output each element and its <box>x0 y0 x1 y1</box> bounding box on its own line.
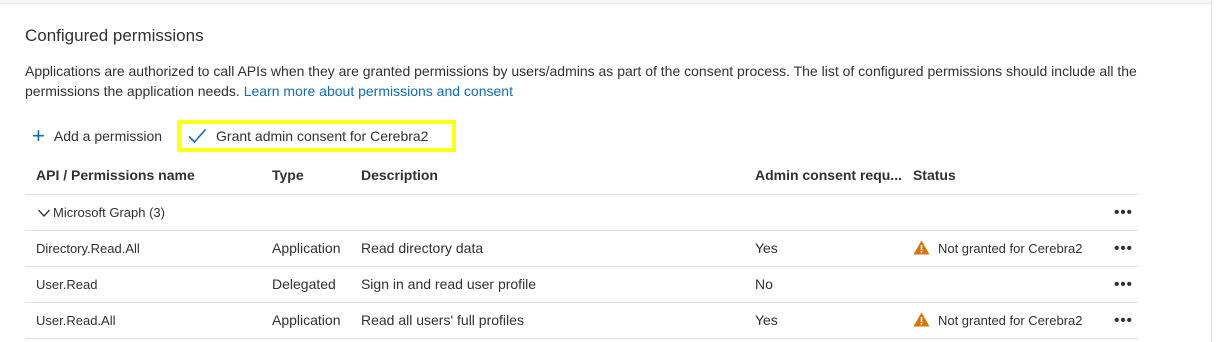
more-icon[interactable]: ••• <box>1097 266 1138 303</box>
table-row: User.Read Delegated Sign in and read use… <box>25 266 1138 303</box>
warning-icon <box>913 240 930 255</box>
table-row: User.Read.All Application Read all users… <box>25 302 1138 339</box>
permission-type: Application <box>260 302 350 339</box>
command-bar: + Add a permission Grant admin consent f… <box>30 120 457 152</box>
header-description[interactable]: Description <box>349 157 744 195</box>
header-actions <box>1097 157 1138 195</box>
more-icon[interactable]: ••• <box>1097 194 1138 231</box>
section-description: Applications are authorized to call APIs… <box>25 61 1145 101</box>
admin-consent-required: Yes <box>743 302 902 339</box>
status-cell <box>901 266 1098 303</box>
top-band <box>0 0 1212 4</box>
plus-icon: + <box>32 123 45 148</box>
grant-admin-consent-label: Grant admin consent for Cerebra2 <box>216 128 429 144</box>
permission-name-link[interactable]: Directory.Read.All <box>25 230 261 267</box>
status-text: Not granted for Cerebra2 <box>937 313 1083 328</box>
permission-description: Read all users' full profiles <box>349 302 744 339</box>
permission-name-link[interactable]: User.Read.All <box>25 302 261 339</box>
header-status[interactable]: Status <box>901 157 1098 195</box>
header-admin-consent[interactable]: Admin consent requ... <box>743 157 902 195</box>
grant-admin-consent-button[interactable]: Grant admin consent for Cerebra2 <box>177 120 457 152</box>
table-row: Directory.Read.All Application Read dire… <box>25 230 1138 267</box>
section-title: Configured permissions <box>25 26 204 45</box>
status-text: Not granted for Cerebra2 <box>937 241 1083 256</box>
add-permission-label: Add a permission <box>53 128 163 144</box>
description-text: Applications are authorized to call APIs… <box>25 63 1137 99</box>
group-cell[interactable]: Microsoft Graph (3) <box>25 194 1098 231</box>
status-cell: Not granted for Cerebra2 <box>901 302 1098 339</box>
chevron-down-icon[interactable] <box>37 208 51 218</box>
permissions-table: API / Permissions name Type Description … <box>25 157 1138 339</box>
permission-description: Sign in and read user profile <box>349 266 744 303</box>
permission-name-link[interactable]: User.Read <box>25 266 261 303</box>
group-label[interactable]: Microsoft Graph (3) <box>53 205 165 220</box>
status-cell: Not granted for Cerebra2 <box>901 230 1098 267</box>
admin-consent-required: Yes <box>743 230 902 267</box>
add-permission-button[interactable]: + Add a permission <box>30 121 168 151</box>
permission-type: Application <box>260 230 350 267</box>
permission-type: Delegated <box>260 266 350 303</box>
header-type[interactable]: Type <box>260 157 350 195</box>
admin-consent-required: No <box>743 266 902 303</box>
more-icon[interactable]: ••• <box>1097 230 1138 267</box>
right-divider <box>1211 0 1212 342</box>
permission-description: Read directory data <box>349 230 744 267</box>
group-row-microsoft-graph[interactable]: Microsoft Graph (3) ••• <box>25 194 1138 231</box>
warning-icon <box>913 312 930 327</box>
checkmark-icon <box>188 128 207 144</box>
learn-more-link[interactable]: Learn more about permissions and consent <box>244 83 513 99</box>
header-api[interactable]: API / Permissions name <box>25 157 261 195</box>
more-icon[interactable]: ••• <box>1097 302 1138 339</box>
table-header-row: API / Permissions name Type Description … <box>25 157 1138 195</box>
